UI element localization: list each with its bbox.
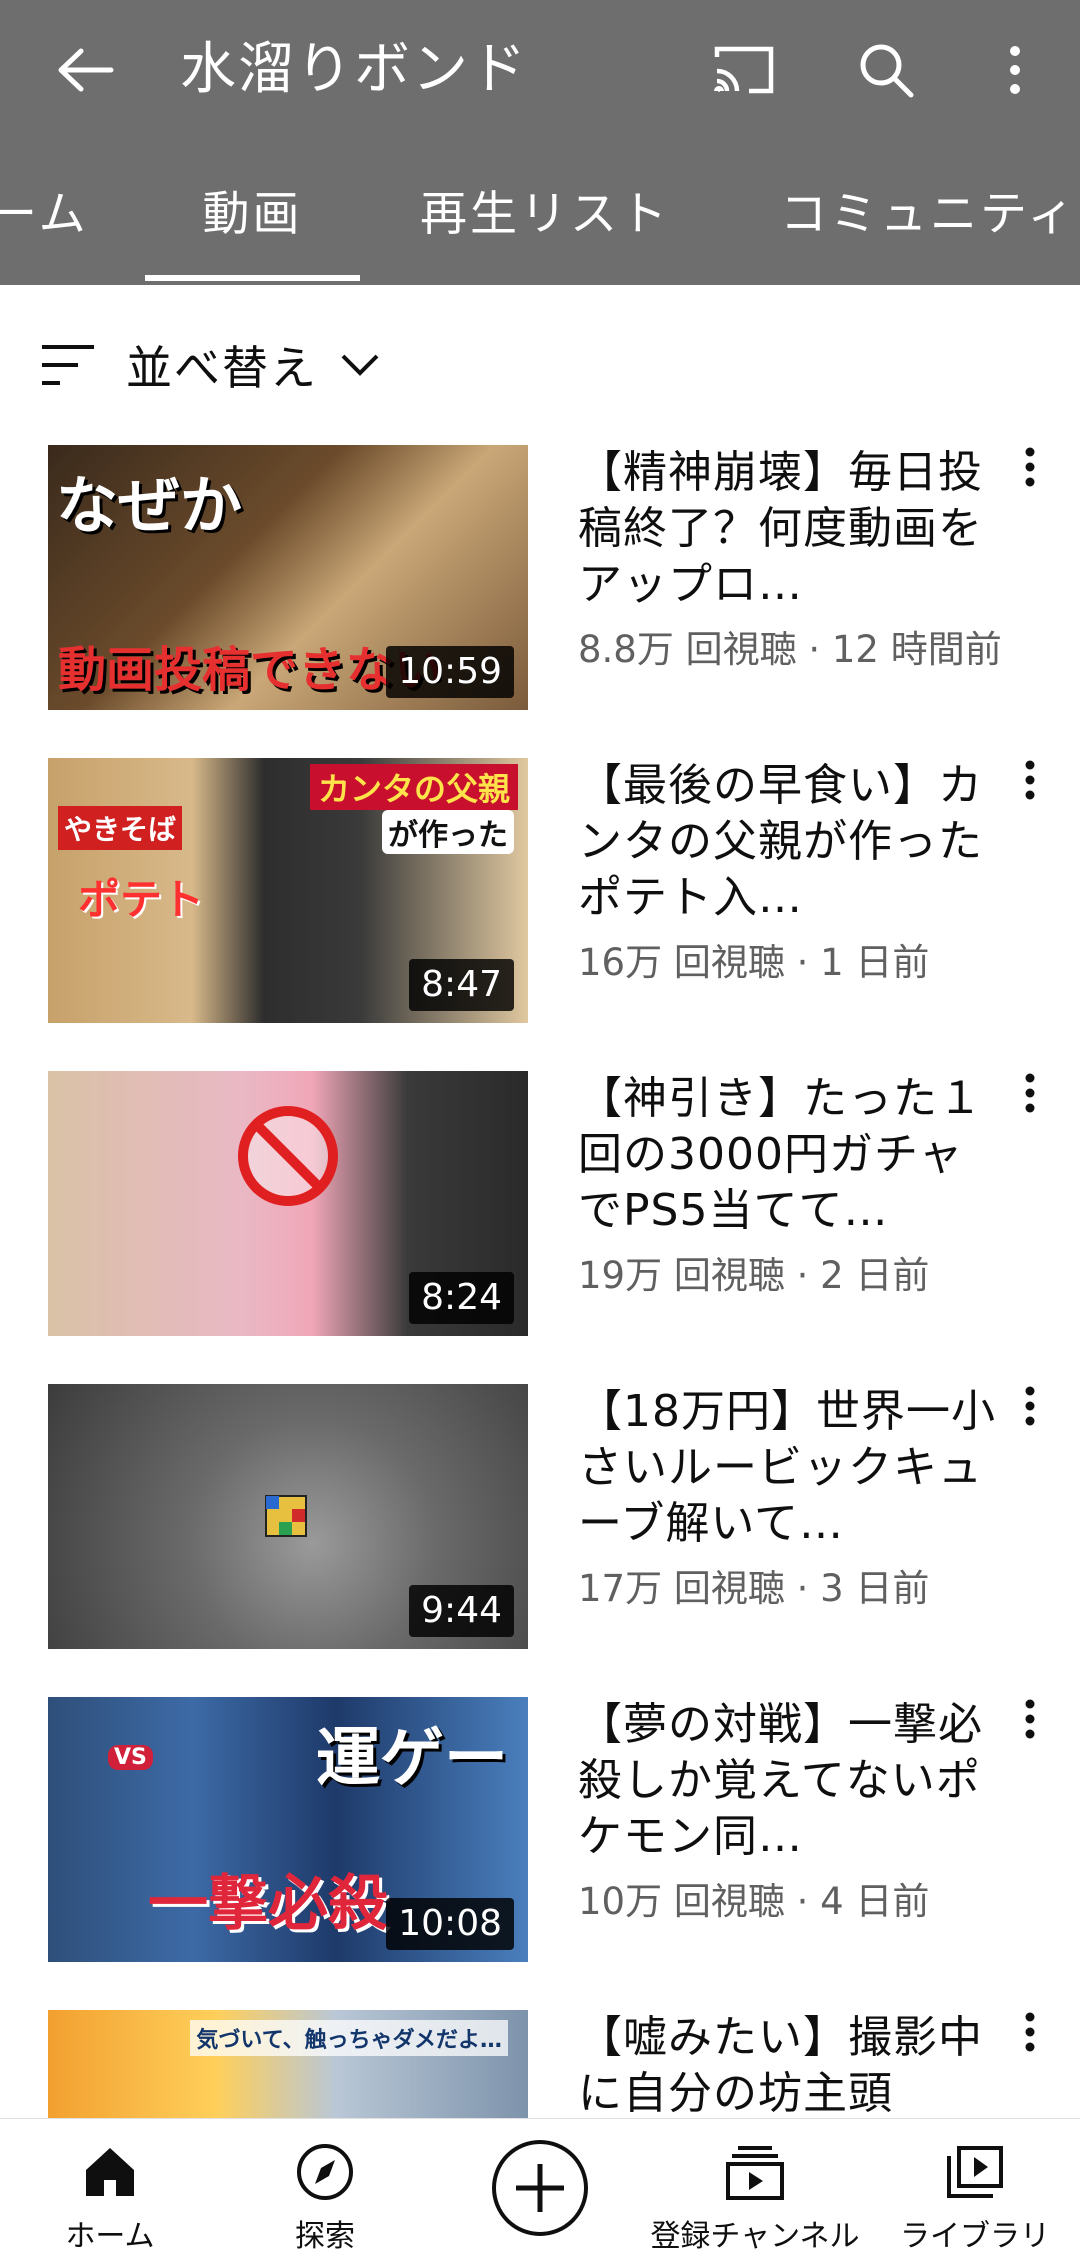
nav-label: ホーム: [65, 2219, 155, 2254]
thumbnail-caption: ポテト: [78, 875, 205, 924]
chevron-down-icon: [341, 354, 379, 376]
search-button[interactable]: [846, 30, 926, 110]
duration-badge: 10:59: [386, 646, 514, 698]
top-app-bar: 水溜りボンド: [0, 0, 1080, 140]
thumbnail-caption: 運ゲー: [316, 1722, 508, 1796]
thumbnail-caption: が作った: [382, 810, 514, 854]
duration-badge: 8:24: [409, 1272, 514, 1324]
channel-tabs: ーム 動画 再生リスト コミュニティ: [0, 165, 1080, 285]
tab-playlists[interactable]: 再生リスト: [420, 165, 670, 285]
thumbnail-caption: 気づいて、触っちゃダメだよ…: [190, 2020, 508, 2056]
tab-selected-indicator: [145, 275, 360, 281]
video-more-button[interactable]: [1010, 760, 1050, 820]
duration-badge: 10:08: [386, 1898, 514, 1950]
nav-label: 登録チャンネル: [650, 2219, 860, 2254]
library-icon: [947, 2146, 1003, 2198]
thumbnail-caption: 一撃必殺: [148, 1869, 388, 1939]
video-meta: 16万 回視聴 · 1 日前: [578, 941, 930, 984]
video-thumbnail[interactable]: 8:24: [48, 1071, 528, 1336]
nav-library[interactable]: ライブラリ: [890, 2119, 1060, 2262]
cast-icon: [714, 46, 774, 94]
duration-badge: 8:47: [409, 959, 514, 1011]
video-item[interactable]: 運ゲー 一撃必殺 VS 10:08 【夢の対戦】一撃必殺しか覚えてないポケモン同…: [0, 1697, 1080, 1967]
more-vert-icon: [1025, 760, 1035, 800]
video-more-button[interactable]: [1010, 1073, 1050, 1133]
more-vert-icon: [1025, 447, 1035, 487]
video-item[interactable]: なぜか 動画投稿できない 10:59 【精神崩壊】毎日投稿終了？何度動画をアップ…: [0, 445, 1080, 715]
compass-icon: [297, 2144, 353, 2200]
channel-title: 水溜りボンド: [180, 37, 528, 102]
video-title[interactable]: 【18万円】世界一小さいルービックキューブ解いて…: [578, 1384, 998, 1552]
more-vert-icon: [1025, 1073, 1035, 1113]
more-vert-icon: [1010, 46, 1020, 94]
more-vert-icon: [1025, 1386, 1035, 1426]
thumbnail-caption: やきそば: [58, 806, 183, 850]
video-title[interactable]: 【最後の早食い】カンタの父親が作ったポテト入…: [578, 758, 998, 926]
thumbnail-caption: なぜか: [56, 469, 243, 542]
video-title[interactable]: 【精神崩壊】毎日投稿終了？何度動画をアップロ…: [578, 445, 998, 613]
video-more-button[interactable]: [1010, 1699, 1050, 1759]
nav-explore[interactable]: 探索: [255, 2119, 395, 2262]
sort-icon: [42, 345, 94, 385]
more-vert-icon: [1025, 2012, 1035, 2052]
sort-button[interactable]: 並べ替え: [40, 325, 380, 405]
search-icon: [860, 44, 914, 98]
video-thumbnail[interactable]: 運ゲー 一撃必殺 VS 10:08: [48, 1697, 528, 1962]
subscriptions-icon: [726, 2146, 784, 2200]
video-meta: 17万 回視聴 · 3 日前: [578, 1567, 930, 1610]
nav-label: ライブラリ: [900, 2219, 1050, 2254]
thumbnail-caption: 動画投稿できない: [58, 642, 443, 698]
video-thumbnail[interactable]: なぜか 動画投稿できない 10:59: [48, 445, 528, 710]
nav-subscriptions[interactable]: 登録チャンネル: [640, 2119, 870, 2262]
video-thumbnail[interactable]: カンタの父親 が作った やきそば ポテト 8:47: [48, 758, 528, 1023]
more-vert-icon: [1025, 1699, 1035, 1739]
tab-home[interactable]: ーム: [0, 165, 89, 285]
video-meta: 19万 回視聴 · 2 日前: [578, 1254, 930, 1297]
video-item[interactable]: カンタの父親 が作った やきそば ポテト 8:47 【最後の早食い】カンタの父親…: [0, 758, 1080, 1028]
home-icon: [86, 2148, 134, 2196]
video-meta: 8.8万 回視聴 · 12 時間前: [578, 628, 1002, 671]
video-more-button[interactable]: [1010, 2012, 1050, 2072]
video-item[interactable]: 8:24 【神引き】たった１回の3000円ガチャでPS5当てて… 19万 回視聴…: [0, 1071, 1080, 1341]
channel-header: 水溜りボンド ーム 動画 再生リスト コミュニティ: [0, 0, 1080, 285]
create-plus-icon: [492, 2140, 588, 2236]
no-sign-icon: [238, 1106, 338, 1206]
video-more-button[interactable]: [1010, 447, 1050, 507]
nav-label: 探索: [295, 2219, 355, 2254]
rubiks-cube-icon: [265, 1495, 307, 1537]
arrow-left-icon: [58, 48, 114, 92]
tab-community[interactable]: コミュニティ: [780, 165, 1077, 285]
duration-badge: 9:44: [409, 1585, 514, 1637]
sort-label: 並べ替え: [126, 341, 318, 395]
video-thumbnail[interactable]: 9:44: [48, 1384, 528, 1649]
video-title[interactable]: 【神引き】たった１回の3000円ガチャでPS5当てて…: [578, 1071, 998, 1239]
create-button[interactable]: [480, 2119, 600, 2262]
back-button[interactable]: [40, 30, 130, 110]
tab-videos[interactable]: 動画: [145, 165, 360, 285]
thumbnail-caption: VS: [108, 1745, 153, 1770]
cast-button[interactable]: [705, 30, 785, 110]
nav-home[interactable]: ホーム: [40, 2119, 180, 2262]
bottom-navigation: ホーム 探索 登録チャンネル ライブラリ: [0, 2118, 1080, 2262]
more-options-button[interactable]: [990, 30, 1040, 110]
thumbnail-caption: カンタの父親: [309, 764, 518, 810]
video-meta: 10万 回視聴 · 4 日前: [578, 1880, 930, 1923]
video-title[interactable]: 【夢の対戦】一撃必殺しか覚えてないポケモン同…: [578, 1697, 998, 1865]
video-item[interactable]: 9:44 【18万円】世界一小さいルービックキューブ解いて… 17万 回視聴 ·…: [0, 1384, 1080, 1654]
video-more-button[interactable]: [1010, 1386, 1050, 1446]
